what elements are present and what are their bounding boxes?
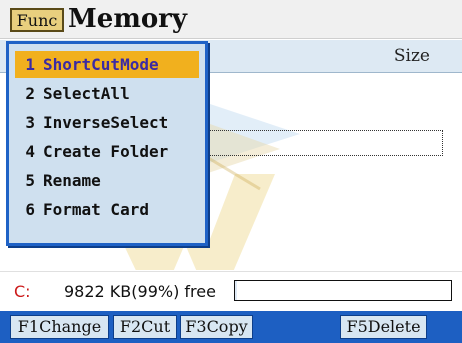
f2-cut-button[interactable]: F2Cut [113,315,177,339]
f3-copy-button[interactable]: F3Copy [180,315,253,339]
usage-progress-bar [234,280,452,301]
func-menu: 1 ShortCutMode 2 SelectAll 3 InverseSelect … [6,41,208,246]
page-title: Memory [68,4,187,34]
menu-item-shortcutmode[interactable]: 1 ShortCutMode [15,51,199,78]
f5-delete-button[interactable]: F5Delete [340,315,427,339]
selected-row-outline[interactable] [190,130,443,156]
free-space-text: 9822 KB(99%) free [64,282,216,301]
f1-change-button[interactable]: F1Change [10,315,109,339]
menu-item-rename[interactable]: 5 Rename [15,167,199,194]
menu-item-selectall[interactable]: 2 SelectAll [15,80,199,107]
function-key-bar: F1Change F2Cut F3Copy F5Delete [0,311,462,343]
status-bar: C: 9822 KB(99%) free [0,271,462,311]
title-bar: Func Memory [0,0,462,39]
menu-item-inverseselect[interactable]: 3 InverseSelect [15,109,199,136]
memory-screen: Func Memory Size 1 ShortCutMode 2 SelectAl… [0,0,462,343]
usage-progress-fill [235,281,238,300]
func-button[interactable]: Func [10,8,64,32]
menu-item-format-card[interactable]: 6 Format Card [15,196,199,223]
menu-item-create-folder[interactable]: 4 Create Folder [15,138,199,165]
size-column-header[interactable]: Size [394,40,430,72]
drive-label: C: [14,282,31,301]
